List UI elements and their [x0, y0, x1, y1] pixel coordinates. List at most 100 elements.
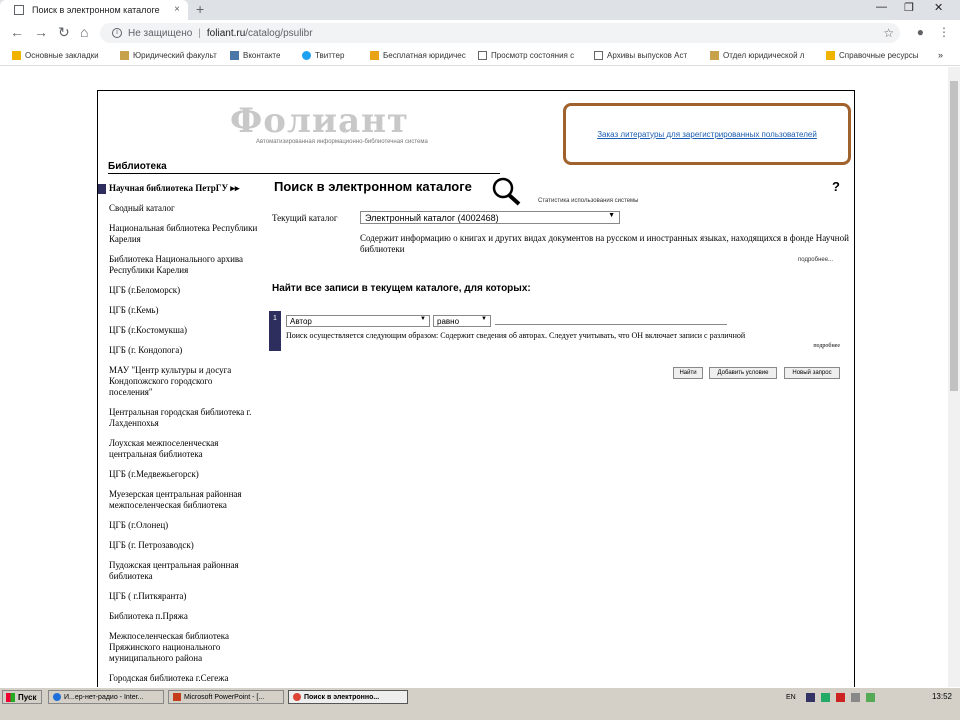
sidebar-library-item[interactable]: Библиотека Национального архива Республи… — [98, 254, 258, 276]
condition-row-number: 1 — [269, 311, 281, 351]
reload-icon[interactable]: ↻ — [58, 24, 70, 41]
clock: 13:52 — [931, 692, 952, 701]
search-field-select[interactable]: Автор ▼ — [286, 315, 430, 327]
bookmark-star-icon[interactable]: ☆ — [883, 26, 894, 40]
find-button[interactable]: Найти — [673, 367, 703, 379]
heading-divider — [108, 173, 500, 174]
bookmark-item[interactable]: Отдел юридической л — [710, 51, 804, 60]
bookmarks-bar: Основные закладки Юридический факульт Вк… — [0, 46, 960, 66]
close-window-icon[interactable]: ✕ — [934, 1, 943, 14]
library-heading: Библиотека — [108, 161, 167, 172]
condition-select[interactable]: равно ▼ — [433, 315, 491, 327]
sidebar-library-item[interactable]: Библиотека п.Пряжа — [98, 611, 258, 622]
new-query-button[interactable]: Новый запрос — [784, 367, 840, 379]
page-viewport: Фолиант Автоматизированная информационно… — [0, 67, 948, 687]
url-text: foliant.ru/catalog/psulibr — [207, 28, 313, 39]
sidebar-library-item[interactable]: ЦГБ (г.Медвежьегорск) — [98, 469, 258, 480]
logo-subtitle: Автоматизированная информационно-библиот… — [256, 139, 428, 145]
bookmark-item[interactable]: Бесплатная юридичес — [370, 51, 466, 60]
info-icon[interactable]: i — [112, 28, 122, 38]
sidebar-library-item[interactable]: Научная библиотека ПетрГУ ▸▸ — [98, 183, 258, 194]
more-bookmarks-icon[interactable]: » — [938, 50, 943, 60]
address-bar[interactable]: i Не защищено | foliant.ru/catalog/psuli… — [100, 23, 900, 43]
site-icon — [370, 51, 379, 60]
menu-icon[interactable]: ⋮ — [938, 25, 950, 39]
page-icon — [478, 51, 487, 60]
tray-icon[interactable] — [805, 692, 815, 702]
search-hint-text: Поиск осуществляется следующим образом: … — [286, 331, 746, 340]
registered-users-link[interactable]: Заказ литературы для зарегистрированных … — [597, 130, 817, 139]
registered-users-highlight: Заказ литературы для зарегистрированных … — [563, 103, 851, 165]
tab-strip: Поиск в электронном каталоге × + — ❐ ✕ — [0, 0, 960, 20]
os-taskbar: Пуск И...ер-нет-радио - Inter... Microso… — [0, 687, 960, 720]
catalog-select-value: Электронный каталог (4002468) — [365, 212, 499, 223]
bookmark-item[interactable]: Юридический факульт — [120, 51, 217, 60]
sidebar-library-item[interactable]: ЦГБ (г.Беломорск) — [98, 285, 258, 296]
insecure-label: Не защищено — [128, 27, 193, 39]
bookmark-item[interactable]: Твиттер — [302, 51, 344, 60]
dropdown-arrow-icon: ▼ — [420, 316, 426, 322]
sidebar-library-item[interactable]: МАУ "Центр культуры и досуга Кондопожско… — [98, 365, 258, 398]
logo-word: Фолиант — [230, 101, 410, 141]
sidebar-library-item[interactable]: Национальная библиотека Республики Карел… — [98, 223, 258, 245]
tray-icon[interactable] — [835, 692, 845, 702]
separator: | — [198, 27, 201, 39]
site-icon — [710, 51, 719, 60]
browser-tab[interactable]: Поиск в электронном каталоге × — [0, 0, 188, 20]
current-catalog-label: Текущий каталог — [272, 213, 338, 223]
scrollbar-thumb[interactable] — [950, 81, 958, 391]
catalog-description: Содержит информацию о книгах и других ви… — [360, 233, 849, 254]
forward-icon[interactable]: → — [34, 24, 48, 40]
tray-icon[interactable] — [820, 692, 830, 702]
bookmark-item[interactable]: Основные закладки — [12, 51, 99, 60]
search-hint: Поиск осуществляется следующим образом: … — [286, 331, 850, 351]
tray-icon[interactable] — [865, 692, 875, 702]
account-icon[interactable]: ● — [917, 25, 924, 39]
add-condition-button[interactable]: Добавить условие — [709, 367, 777, 379]
site-icon — [120, 51, 129, 60]
page-icon — [14, 5, 24, 15]
sidebar-library-item[interactable]: ЦГБ (г. Кондопога) — [98, 345, 258, 356]
new-tab-button[interactable]: + — [196, 1, 204, 17]
sidebar-library-item[interactable]: Муезерская центральная районная межпосел… — [98, 489, 258, 511]
page-scrollbar[interactable] — [948, 67, 960, 687]
sidebar-library-item[interactable]: Межпоселенческая библиотека Пряжинского … — [98, 631, 258, 664]
statistics-link[interactable]: Статистика использования системы — [538, 198, 638, 204]
taskbar-task-chrome[interactable]: Поиск в электронно... — [288, 690, 408, 704]
catalog-select[interactable]: Электронный каталог (4002468) ▼ — [360, 211, 620, 224]
chrome-icon — [293, 693, 301, 701]
tray-icon[interactable] — [850, 692, 860, 702]
help-icon[interactable]: ? — [832, 179, 840, 194]
sidebar-library-item[interactable]: ЦГБ (г.Олонец) — [98, 520, 258, 531]
taskbar-task-powerpoint[interactable]: Microsoft PowerPoint - [... — [168, 690, 284, 704]
bookmark-item[interactable]: Архивы выпусков Аст — [594, 51, 687, 60]
url-host: foliant.ru — [206, 27, 246, 39]
sidebar-library-item[interactable]: Сводный каталог — [98, 203, 258, 214]
sidebar-library-item[interactable]: ЦГБ (г. Петрозаводск) — [98, 540, 258, 551]
search-value-input[interactable] — [495, 315, 727, 325]
find-records-heading: Найти все записи в текущем каталоге, для… — [272, 283, 531, 294]
minimize-icon[interactable]: — — [876, 1, 887, 13]
hint-more-link[interactable]: подробнее — [286, 341, 840, 351]
start-button[interactable]: Пуск — [2, 690, 42, 704]
sidebar-library-item[interactable]: Центральная городская библиотека г. Лахд… — [98, 407, 258, 429]
home-icon[interactable]: ⌂ — [80, 24, 88, 40]
maximize-icon[interactable]: ❐ — [904, 1, 914, 14]
sidebar-library-item[interactable]: Пудожская центральная районная библиотек… — [98, 560, 258, 582]
close-tab-icon[interactable]: × — [174, 4, 180, 15]
sidebar-library-item[interactable]: ЦГБ ( г.Питкяранта) — [98, 591, 258, 602]
sidebar-library-item[interactable]: Городская библиотека г.Сегежа — [98, 673, 258, 684]
powerpoint-icon — [173, 693, 181, 701]
taskbar-task-ie[interactable]: И...ер-нет-радио - Inter... — [48, 690, 164, 704]
bookmark-item[interactable]: Вконтакте — [230, 51, 280, 60]
language-indicator[interactable]: EN — [786, 694, 796, 701]
sidebar-library-item[interactable]: ЦГБ (г.Костомукша) — [98, 325, 258, 336]
sidebar-library-item[interactable]: ЦГБ (г.Кемь) — [98, 305, 258, 316]
back-icon[interactable]: ← — [10, 24, 24, 40]
bookmark-item[interactable]: Справочные ресурсы — [826, 51, 918, 60]
more-details-link[interactable]: подробнее... — [798, 257, 833, 263]
windows-logo-icon — [6, 692, 15, 702]
sidebar-library-item[interactable]: Лоухская межпоселенческая центральная би… — [98, 438, 258, 460]
library-sidebar: Научная библиотека ПетрГУ ▸▸ Сводный ката… — [98, 183, 258, 687]
bookmark-item[interactable]: Просмотр состояния с — [478, 51, 574, 60]
